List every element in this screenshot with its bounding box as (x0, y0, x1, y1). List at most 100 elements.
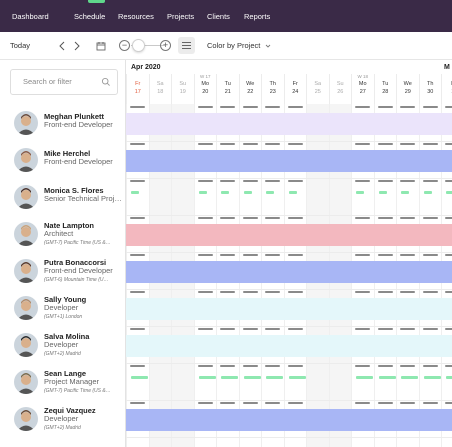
time-off-marker[interactable] (423, 191, 432, 194)
availability-bar[interactable] (126, 150, 452, 172)
time-off-marker[interactable] (356, 191, 364, 194)
schedule-row[interactable] (126, 216, 452, 253)
time-off-marker[interactable] (221, 191, 229, 194)
time-off-marker[interactable] (243, 191, 252, 194)
person-role: Front-end Developer (44, 266, 113, 275)
time-off-marker[interactable] (131, 376, 148, 379)
person-row[interactable]: Salva Molina Developer (GMT+2) Madrid (0, 327, 126, 364)
time-off-marker[interactable] (356, 376, 373, 379)
hours-marker (130, 291, 145, 293)
hours-marker (242, 106, 258, 108)
time-off-marker[interactable] (198, 376, 216, 379)
person-row[interactable]: Zequi Vazquez Developer (GMT+2) Madrid (0, 401, 126, 438)
day-date: 21 (224, 89, 231, 95)
time-off-marker[interactable] (378, 191, 387, 194)
hours-marker (265, 328, 280, 330)
availability-bar[interactable] (126, 335, 452, 357)
calendar-icon[interactable] (95, 40, 107, 52)
day-header: Su 26 (328, 74, 352, 104)
day-header: Sa 25 (306, 74, 329, 104)
day-name: Th (269, 81, 276, 87)
day-date: 29 (404, 89, 411, 95)
time-off-marker[interactable] (423, 376, 441, 379)
nav-clients[interactable]: Clients (207, 0, 230, 32)
hours-marker (422, 106, 438, 108)
chevron-left-icon[interactable] (56, 40, 68, 52)
hours-marker (265, 365, 280, 367)
hours-marker (242, 328, 258, 330)
time-off-marker[interactable] (131, 191, 139, 194)
time-off-marker[interactable] (401, 191, 409, 194)
hours-marker (355, 328, 370, 330)
availability-bar[interactable] (126, 298, 452, 320)
person-row[interactable]: Monica S. Flores Senior Technical Proj… (0, 179, 126, 216)
schedule-row[interactable] (126, 364, 452, 401)
schedule-row[interactable] (126, 105, 452, 142)
day-name: Sa (314, 81, 322, 87)
day-header: Sa 18 (148, 74, 172, 104)
person-row[interactable]: Sean Lange Project Manager (GMT-7) Pacific… (0, 364, 126, 401)
schedule-row[interactable] (126, 253, 452, 290)
availability-bar[interactable] (126, 261, 452, 283)
time-off-marker[interactable] (288, 376, 306, 379)
availability-bar[interactable] (126, 224, 452, 246)
hours-marker (130, 328, 145, 330)
hours-marker (422, 143, 438, 145)
hours-marker (242, 402, 258, 404)
hours-marker (265, 402, 280, 404)
person-role: Architect (44, 229, 74, 238)
schedule-row[interactable] (126, 142, 452, 179)
avatar (14, 222, 38, 246)
schedule-calendar: Apr 2020 M Fr 17 Sa 18 Su 19 W 17 Mo 20 Tu 21 We 22 T… (126, 60, 452, 447)
person-row[interactable]: Mike Herchel Front-end Developer (0, 142, 126, 179)
nav-reports[interactable]: Reports (244, 0, 270, 32)
hours-marker (355, 254, 370, 256)
nav-dashboard[interactable]: Dashboard (12, 0, 49, 32)
month-label-next: M (444, 64, 450, 71)
day-name: We (403, 81, 412, 87)
availability-bar[interactable] (126, 113, 452, 135)
schedule-row[interactable] (126, 327, 452, 364)
search-input[interactable]: Search or filter (10, 69, 118, 95)
person-row[interactable]: Putra Bonaccorsi Front-end Developer (GMT-… (0, 253, 126, 290)
time-off-marker[interactable] (378, 376, 396, 379)
person-row[interactable]: Meghan Plunkett Front-end Developer (0, 105, 126, 142)
zoom-out-button[interactable]: − (119, 40, 130, 51)
time-off-marker[interactable] (288, 191, 297, 194)
hours-marker (287, 180, 303, 182)
time-off-marker[interactable] (446, 191, 452, 194)
day-date: 23 (269, 89, 276, 95)
list-view-button[interactable] (178, 37, 195, 54)
time-off-marker[interactable] (221, 376, 238, 379)
time-off-marker[interactable] (401, 376, 418, 379)
person-row[interactable]: Sally Young Developer (GMT+1) London (0, 290, 126, 327)
schedule-row[interactable] (126, 290, 452, 327)
time-off-marker[interactable] (198, 191, 207, 194)
availability-bar[interactable] (126, 409, 452, 431)
hours-marker (400, 402, 415, 404)
time-off-marker[interactable] (243, 376, 261, 379)
hours-marker (287, 291, 303, 293)
nav-schedule[interactable]: Schedule (74, 0, 105, 32)
nav-resources[interactable]: Resources (118, 0, 154, 32)
person-timezone: (GMT+1) London (44, 314, 83, 320)
today-button[interactable]: Today (10, 32, 30, 60)
hours-marker (197, 291, 213, 293)
schedule-row[interactable] (126, 401, 452, 438)
time-off-marker[interactable] (266, 191, 274, 194)
person-timezone: (GMT-7) Pacific Time (US &… (44, 388, 111, 394)
time-off-marker[interactable] (266, 376, 283, 379)
hours-marker (377, 217, 393, 219)
zoom-slider-knob[interactable] (132, 39, 145, 52)
hours-marker (445, 365, 452, 367)
hours-marker (220, 402, 235, 404)
schedule-row[interactable] (126, 179, 452, 216)
person-row[interactable]: Nate Lampton Architect (GMT-7) Pacific Tim… (0, 216, 126, 253)
chevron-right-icon[interactable] (71, 40, 83, 52)
zoom-in-button[interactable]: + (160, 40, 171, 51)
hours-marker (265, 254, 280, 256)
color-by-project-dropdown[interactable]: Color by Project (207, 32, 272, 60)
time-off-marker[interactable] (446, 376, 452, 379)
day-header: Tu 21 (216, 74, 239, 104)
nav-projects[interactable]: Projects (167, 0, 194, 32)
